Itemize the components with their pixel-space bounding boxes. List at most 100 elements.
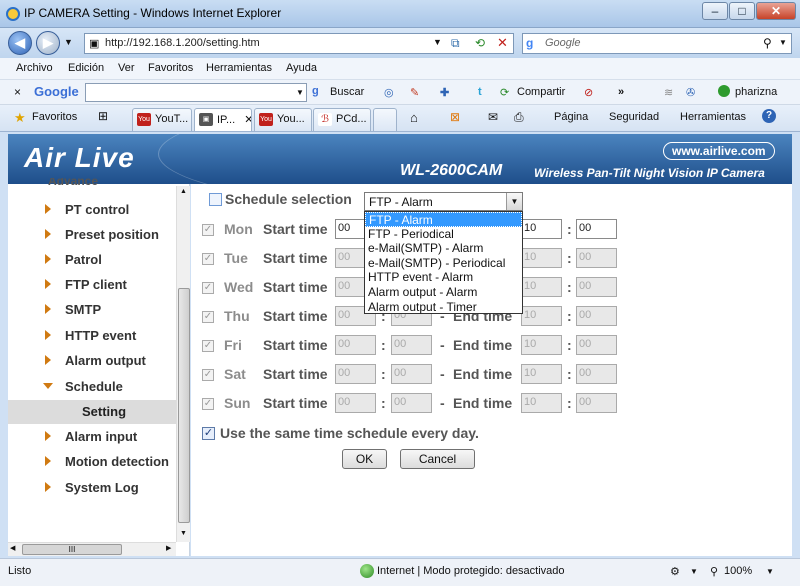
herramientas-menu[interactable]: Herramientas [680, 111, 746, 123]
day-checkbox[interactable]: ✓ [202, 340, 214, 352]
twitter-icon[interactable]: t [478, 86, 482, 98]
end-hour-input[interactable]: 10 [521, 306, 562, 326]
search-field[interactable]: g Google ⚲ ▼ [522, 33, 792, 54]
tab-youtube-1[interactable]: You YouT... [132, 108, 192, 131]
toolbar-close-icon[interactable]: × [14, 85, 21, 99]
security-zone-text[interactable]: Internet | Modo protegido: desactivado [377, 565, 565, 577]
sidebar-item-http-event[interactable]: HTTP event [8, 324, 176, 348]
scroll-up-icon[interactable]: ▲ [180, 188, 187, 195]
menu-archivo[interactable]: Archivo [16, 62, 53, 74]
day-checkbox[interactable]: ✓ [202, 311, 214, 323]
option-alarm-output-alarm[interactable]: Alarm output - Alarm [365, 285, 522, 300]
end-minute-input[interactable]: 00 [576, 219, 617, 239]
end-minute-input[interactable]: 00 [576, 248, 617, 268]
start-hour-input[interactable]: 00 [335, 393, 376, 413]
schedule-select[interactable]: FTP - Alarm ▼ [364, 192, 523, 211]
day-checkbox[interactable]: ✓ [202, 224, 214, 236]
sidebar-item-setting[interactable]: Setting [8, 400, 176, 424]
popup-blocker-icon[interactable]: ⊘ [584, 86, 593, 99]
same-schedule-checkbox[interactable]: ✓ [202, 427, 215, 440]
sidebar-item-system-log[interactable]: System Log [8, 476, 176, 500]
sidebar-item-pt-control[interactable]: PT control [8, 198, 176, 222]
zone-dropdown-icon[interactable]: ▼ [690, 567, 698, 576]
close-button[interactable]: ✕ [756, 2, 796, 20]
bookmark-icon[interactable]: ✎ [410, 86, 419, 99]
menu-ver[interactable]: Ver [118, 62, 135, 74]
option-alarm-output-timer[interactable]: Alarm output - Timer [365, 300, 522, 315]
scroll-down-icon[interactable]: ▼ [180, 530, 187, 537]
zoom-level[interactable]: 100% [724, 565, 752, 577]
day-checkbox[interactable]: ✓ [202, 253, 214, 265]
wrench-icon[interactable]: ✇ [686, 86, 695, 99]
sidebar-item-schedule[interactable]: Schedule [8, 375, 176, 399]
scroll-thumb[interactable] [178, 288, 190, 523]
protected-mode-icon[interactable]: ⚙ [670, 565, 680, 578]
start-minute-input[interactable]: 00 [391, 335, 432, 355]
compat-view-icon[interactable]: ⧉ [451, 36, 460, 51]
help-icon[interactable]: ? [762, 109, 776, 123]
end-minute-input[interactable]: 00 [576, 364, 617, 384]
sidebar-item-alarm-output[interactable]: Alarm output [8, 349, 176, 373]
option-http-event-alarm[interactable]: HTTP event - Alarm [365, 270, 522, 285]
start-minute-input[interactable]: 00 [391, 393, 432, 413]
favorites-button[interactable]: Favoritos [32, 111, 77, 123]
sidebar-item-motion-detection[interactable]: Motion detection [8, 450, 176, 474]
favorites-star-icon[interactable]: ★ [14, 110, 26, 126]
sidebar-item-smtp[interactable]: SMTP [8, 298, 176, 322]
address-dropdown-icon[interactable]: ▼ [433, 37, 442, 47]
address-field[interactable]: ▣ http://192.168.1.200/setting.htm ▼ ⧉ ⟲… [84, 33, 514, 54]
tab-ip-camera[interactable]: ▣ IP... ✕ [194, 108, 252, 131]
tab-youtube-2[interactable]: You You... [254, 108, 312, 131]
wifi-icon[interactable]: ≋ [664, 86, 673, 99]
start-minute-input[interactable]: 00 [391, 364, 432, 384]
end-hour-input[interactable]: 10 [521, 393, 562, 413]
stop-icon[interactable]: ✕ [497, 35, 508, 51]
rss-icon[interactable]: ⊠ [450, 110, 460, 124]
option-ftp-periodical[interactable]: FTP - Periodical [365, 227, 522, 242]
google-search-dropdown-icon[interactable]: ▼ [296, 88, 304, 97]
scroll-thumb[interactable]: III [22, 544, 122, 555]
tab-pcd[interactable]: ℬ PCd... [313, 108, 371, 131]
end-hour-input[interactable]: 10 [521, 248, 562, 268]
sidebar-horizontal-scrollbar[interactable]: ◀ III ▶ [8, 542, 176, 556]
sidebar-item-ftp-client[interactable]: FTP client [8, 273, 176, 297]
globe-icon[interactable]: ◎ [384, 86, 394, 99]
start-hour-input[interactable]: 00 [335, 335, 376, 355]
recent-pages-chevron-icon[interactable]: ▼ [64, 37, 73, 47]
minimize-button[interactable]: – [702, 2, 728, 20]
mail-icon[interactable]: ✉ [488, 110, 498, 124]
compartir-button[interactable]: Compartir [517, 86, 565, 98]
seguridad-menu[interactable]: Seguridad [609, 111, 659, 123]
option-ftp-alarm[interactable]: FTP - Alarm [365, 212, 522, 227]
pagina-menu[interactable]: Página [554, 111, 588, 123]
forward-button[interactable]: ▶ [36, 31, 60, 55]
refresh-icon[interactable]: ⟲ [475, 36, 485, 50]
cancel-button[interactable]: Cancel [400, 449, 475, 469]
menu-herramientas[interactable]: Herramientas [206, 62, 272, 74]
day-checkbox[interactable]: ✓ [202, 398, 214, 410]
more-chevron-icon[interactable]: » [618, 86, 624, 98]
print-icon[interactable]: ⎙ [514, 110, 524, 125]
plus-icon[interactable]: ✚ [440, 86, 449, 99]
end-minute-input[interactable]: 00 [576, 306, 617, 326]
zoom-dropdown-icon[interactable]: ▼ [766, 567, 774, 576]
menu-favoritos[interactable]: Favoritos [148, 62, 193, 74]
schedule-selection-checkbox[interactable] [209, 193, 222, 206]
select-arrow-icon[interactable]: ▼ [506, 193, 522, 210]
ok-button[interactable]: OK [342, 449, 387, 469]
home-icon[interactable]: ⌂ [410, 110, 418, 125]
back-button[interactable]: ◀ [8, 31, 32, 55]
google-user-name[interactable]: pharizna [735, 86, 777, 98]
option-email-periodical[interactable]: e-Mail(SMTP) - Periodical [365, 256, 522, 271]
end-hour-input[interactable]: 10 [521, 335, 562, 355]
scroll-left-icon[interactable]: ◀ [10, 544, 15, 552]
end-minute-input[interactable]: 00 [576, 393, 617, 413]
menu-edicion[interactable]: Edición [68, 62, 104, 74]
end-minute-input[interactable]: 00 [576, 335, 617, 355]
start-hour-input[interactable]: 00 [335, 364, 376, 384]
sidebar-item-preset-position[interactable]: Preset position [8, 223, 176, 247]
new-tab-button[interactable] [373, 108, 397, 131]
end-minute-input[interactable]: 00 [576, 277, 617, 297]
sidebar-vertical-scrollbar[interactable]: ▲ ▼ [176, 186, 190, 542]
quick-tabs-icon[interactable]: ⊞ [98, 109, 108, 123]
